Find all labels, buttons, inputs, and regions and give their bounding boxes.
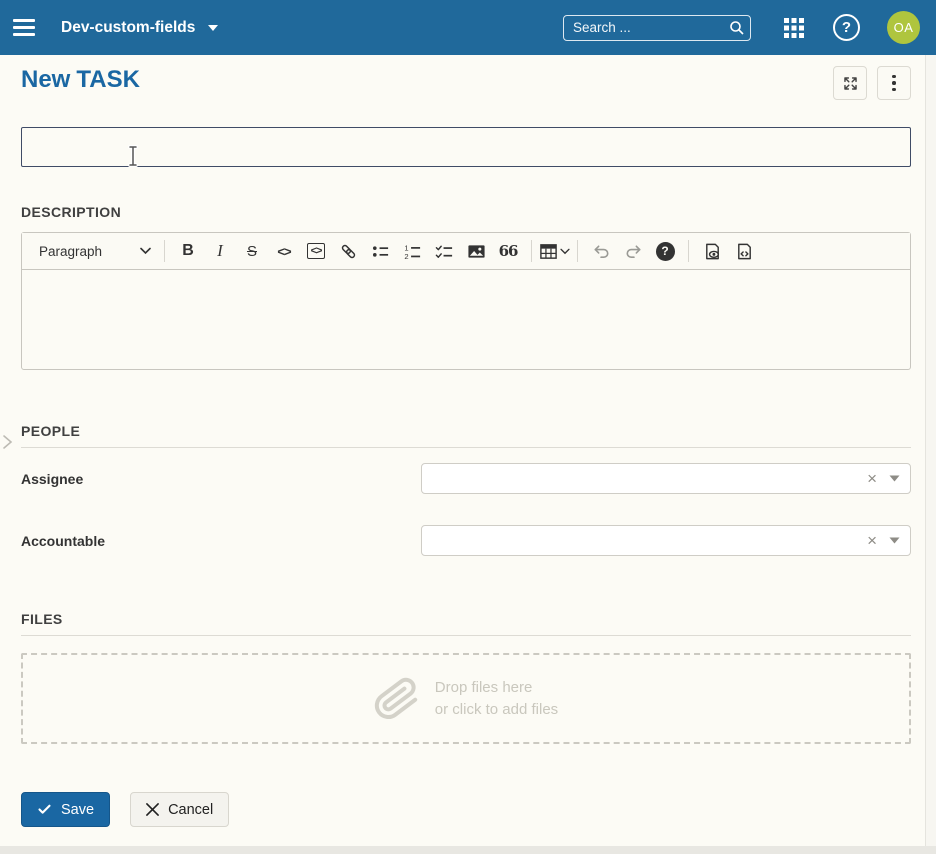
toolbar-separator (688, 240, 689, 262)
assignee-row: Assignee × (21, 463, 911, 494)
horizontal-scrollbar[interactable] (0, 846, 936, 854)
link-icon (339, 242, 358, 261)
save-label: Save (61, 802, 94, 818)
undo-button[interactable] (585, 236, 617, 266)
project-name: Dev-custom-fields (61, 19, 195, 37)
redo-icon (624, 242, 643, 261)
todo-list-button[interactable] (428, 236, 460, 266)
clear-icon[interactable]: × (867, 470, 877, 487)
accountable-label: Accountable (21, 533, 421, 549)
preview-button[interactable] (696, 236, 728, 266)
page-title-prefix: New (21, 66, 70, 93)
hamburger-menu-icon[interactable] (13, 19, 35, 36)
assignee-label: Assignee (21, 471, 421, 487)
description-editor: Paragraph B I S <> <> (21, 232, 911, 370)
assignee-select[interactable]: × (421, 463, 911, 494)
more-actions-button[interactable] (877, 66, 911, 100)
inline-code-icon: <> (277, 244, 290, 259)
section-divider (21, 447, 911, 448)
preview-icon (703, 242, 722, 261)
image-icon (467, 242, 486, 261)
modules-grid-icon[interactable] (784, 18, 804, 38)
toolbar-separator (577, 240, 578, 262)
dropzone-line2: or click to add files (435, 699, 558, 721)
italic-button[interactable]: I (204, 236, 236, 266)
svg-text:2: 2 (404, 252, 408, 261)
accountable-select[interactable]: × (421, 525, 911, 556)
form-actions: Save Cancel (21, 792, 229, 827)
top-bar: Dev-custom-fields ? OA (0, 0, 936, 55)
code-block-button[interactable]: <> (300, 236, 332, 266)
people-section: PEOPLE Assignee × Accountable × (21, 423, 911, 556)
todo-list-icon (435, 242, 454, 261)
fullscreen-button[interactable] (833, 66, 867, 100)
select-caret-icon[interactable] (889, 537, 900, 544)
editor-help-button[interactable]: ? (649, 236, 681, 266)
paperclip-icon (371, 673, 423, 725)
bulleted-list-icon (371, 242, 390, 261)
search-input[interactable] (563, 15, 751, 41)
select-caret-icon[interactable] (889, 475, 900, 482)
close-icon (146, 803, 159, 816)
chevron-down-icon (560, 248, 570, 255)
files-section: FILES Drop files here or click to add fi… (21, 611, 911, 744)
project-switcher[interactable]: Dev-custom-fields (61, 19, 218, 37)
search-icon[interactable] (729, 20, 745, 36)
undo-icon (592, 242, 611, 261)
strikethrough-icon: S (247, 243, 257, 260)
code-block-icon: <> (307, 243, 326, 259)
page-title-type: TASK (76, 66, 140, 93)
global-search (563, 15, 751, 41)
description-section-label: DESCRIPTION (21, 204, 121, 220)
link-button[interactable] (332, 236, 364, 266)
numbered-list-button[interactable]: 1 2 (396, 236, 428, 266)
section-divider (21, 635, 911, 636)
markdown-source-icon (735, 242, 754, 261)
file-dropzone[interactable]: Drop files here or click to add files (21, 653, 911, 744)
paragraph-style-dropdown[interactable]: Paragraph (31, 237, 157, 265)
inline-code-button[interactable]: <> (268, 236, 300, 266)
cancel-button[interactable]: Cancel (130, 792, 229, 827)
clear-icon[interactable]: × (867, 532, 877, 549)
insert-table-button[interactable] (539, 242, 570, 261)
numbered-list-icon: 1 2 (403, 242, 422, 261)
expand-icon (842, 75, 859, 92)
help-icon: ? (656, 242, 675, 261)
checkmark-icon (37, 802, 52, 817)
subject-input[interactable] (21, 127, 911, 167)
collapse-panel-chevron-icon[interactable] (1, 433, 14, 451)
redo-button[interactable] (617, 236, 649, 266)
vertical-scrollbar[interactable] (925, 55, 936, 854)
avatar[interactable]: OA (887, 11, 920, 44)
block-quote-button[interactable]: 66 (492, 236, 524, 266)
chevron-down-icon (140, 247, 151, 255)
editor-toolbar: Paragraph B I S <> <> (22, 233, 910, 270)
toolbar-separator (164, 240, 165, 262)
chevron-down-icon (208, 25, 218, 31)
accountable-row: Accountable × (21, 525, 911, 556)
people-section-label: PEOPLE (21, 423, 911, 439)
cancel-label: Cancel (168, 802, 213, 818)
strikethrough-button[interactable]: S (236, 236, 268, 266)
bulleted-list-button[interactable] (364, 236, 396, 266)
table-icon (539, 242, 558, 261)
help-icon[interactable]: ? (833, 14, 860, 41)
toolbar-separator (531, 240, 532, 262)
italic-icon: I (217, 241, 223, 261)
dropzone-line1: Drop files here (435, 677, 558, 699)
save-button[interactable]: Save (21, 792, 110, 827)
work-package-form: NewTASK DESCRIPTION (0, 55, 936, 854)
description-textarea[interactable] (22, 270, 910, 370)
bold-button[interactable]: B (172, 236, 204, 266)
files-section-label: FILES (21, 611, 911, 627)
block-quote-icon: 66 (499, 242, 518, 260)
kebab-menu-icon (892, 75, 896, 92)
insert-image-button[interactable] (460, 236, 492, 266)
page-title: NewTASK (21, 66, 140, 94)
bold-icon: B (182, 242, 194, 260)
dropzone-text: Drop files here or click to add files (435, 677, 558, 721)
source-button[interactable] (728, 236, 760, 266)
paragraph-style-label: Paragraph (39, 244, 102, 259)
